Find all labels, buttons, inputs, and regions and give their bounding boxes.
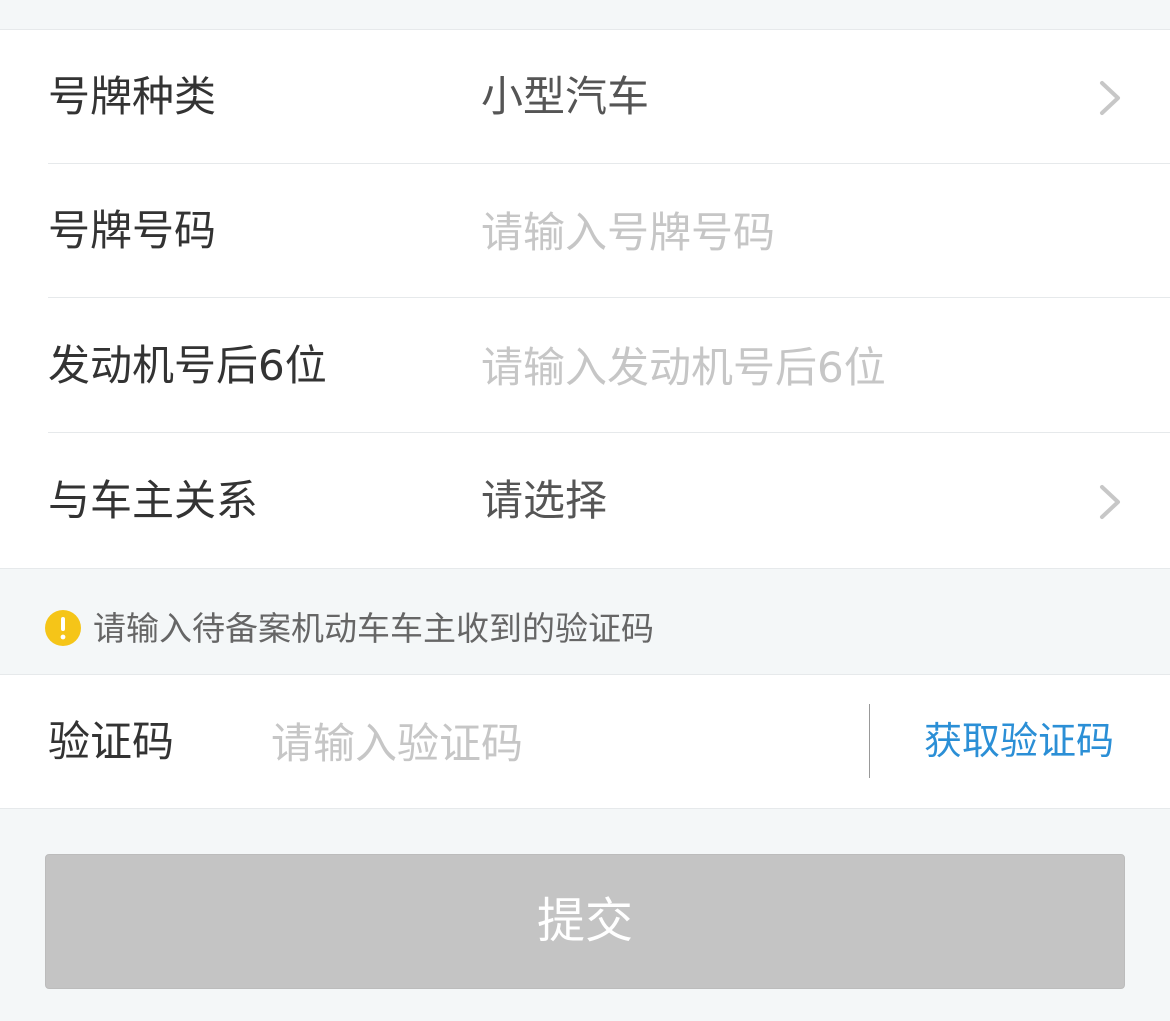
engine-number-row: 发动机号后6位 bbox=[0, 299, 1170, 433]
plate-number-row: 号牌号码 bbox=[0, 164, 1170, 298]
plate-type-value[interactable]: 小型汽车 bbox=[481, 30, 649, 164]
row-divider bbox=[48, 297, 1170, 298]
engine-number-input[interactable] bbox=[481, 339, 1141, 395]
get-code-button[interactable]: 获取验证码 bbox=[924, 675, 1114, 808]
notice-text: 请输入待备案机动车车主收到的验证码 bbox=[93, 609, 654, 648]
plate-number-label: 号牌号码 bbox=[48, 206, 217, 255]
owner-relation-row[interactable]: 与车主关系 请选择 bbox=[0, 434, 1170, 568]
row-divider bbox=[48, 432, 1170, 433]
plate-type-label: 号牌种类 bbox=[48, 72, 217, 121]
top-spacer bbox=[0, 0, 1170, 30]
verification-code-input[interactable] bbox=[271, 715, 851, 771]
vertical-divider bbox=[869, 704, 870, 778]
verification-code-label: 验证码 bbox=[48, 717, 175, 766]
engine-number-label: 发动机号后6位 bbox=[48, 341, 327, 390]
owner-relation-label: 与车主关系 bbox=[48, 476, 259, 525]
plate-number-input[interactable] bbox=[481, 204, 1141, 260]
verification-code-row: 验证码 获取验证码 bbox=[0, 675, 1170, 809]
owner-relation-value[interactable]: 请选择 bbox=[481, 434, 607, 568]
chevron-right-icon[interactable] bbox=[1098, 483, 1122, 521]
submit-button[interactable]: 提交 bbox=[45, 854, 1125, 989]
chevron-right-icon[interactable] bbox=[1098, 79, 1122, 117]
plate-type-row[interactable]: 号牌种类 小型汽车 bbox=[0, 30, 1170, 164]
vehicle-form: 号牌种类 小型汽车 号牌号码 发动机号后6位 与车主关系 请选择 bbox=[0, 30, 1170, 569]
exclamation-icon bbox=[45, 610, 81, 646]
